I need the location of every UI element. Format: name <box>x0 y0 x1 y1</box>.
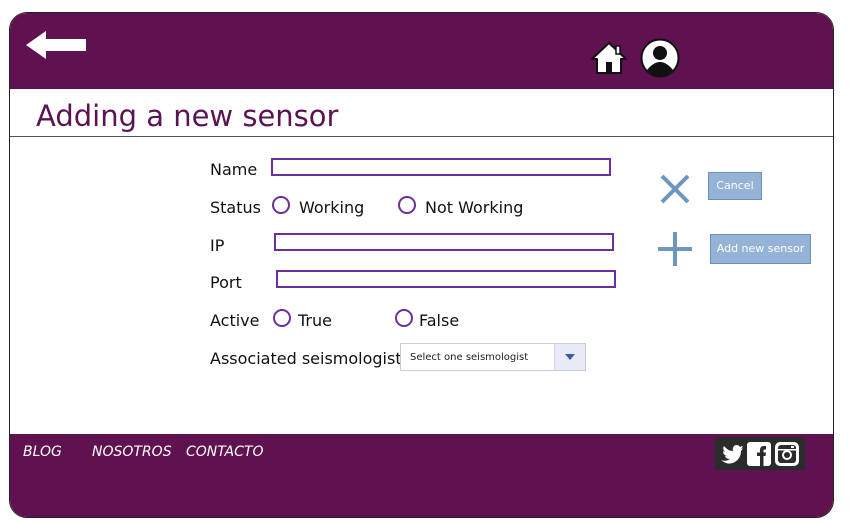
status-label: Status <box>210 198 261 217</box>
seismologist-select-value: Select one seismologist <box>410 352 529 363</box>
status-not-working-radio[interactable] <box>398 196 416 214</box>
home-icon[interactable] <box>590 41 628 75</box>
footer-link-nosotros[interactable]: NOSOTROS <box>92 444 172 460</box>
status-working-radio[interactable] <box>272 196 290 214</box>
page-title: Adding a new sensor <box>36 99 339 133</box>
arrow-left-icon[interactable] <box>24 29 88 61</box>
active-true-label: True <box>298 311 332 330</box>
plus-icon[interactable] <box>656 230 694 268</box>
seismologist-label: Associated seismologist <box>210 349 402 368</box>
footer-link-blog[interactable]: BLOG <box>23 444 62 460</box>
chevron-down-icon <box>565 354 575 360</box>
port-input[interactable] <box>276 270 616 288</box>
seismologist-select[interactable]: Select one seismologist <box>400 343 586 371</box>
facebook-icon[interactable] <box>746 441 772 467</box>
title-bar: Adding a new sensor <box>10 89 833 137</box>
active-false-label: False <box>419 311 460 330</box>
twitter-icon[interactable] <box>718 441 744 467</box>
status-not-working-label: Not Working <box>425 198 524 217</box>
active-true-radio[interactable] <box>273 309 291 327</box>
name-label: Name <box>210 160 258 179</box>
port-label: Port <box>210 273 242 292</box>
app-window: Adding a new sensor Name Status Working … <box>9 12 834 518</box>
header-bar <box>10 13 833 89</box>
active-false-radio[interactable] <box>395 309 413 327</box>
close-icon[interactable] <box>658 172 692 206</box>
social-icons <box>715 437 805 470</box>
active-label: Active <box>210 311 260 330</box>
cancel-button[interactable]: Cancel <box>708 172 762 200</box>
footer-link-contacto[interactable]: CONTACTO <box>186 444 263 460</box>
ip-input[interactable] <box>274 233 614 251</box>
ip-label: IP <box>210 236 225 255</box>
status-working-label: Working <box>299 198 365 217</box>
add-new-sensor-button[interactable]: Add new sensor <box>710 234 811 264</box>
dropdown-button[interactable] <box>554 344 585 370</box>
instagram-icon[interactable] <box>774 441 800 467</box>
user-icon[interactable] <box>640 38 680 78</box>
footer-bar: BLOG NOSOTROS CONTACTO <box>10 434 833 517</box>
name-input[interactable] <box>271 158 611 176</box>
